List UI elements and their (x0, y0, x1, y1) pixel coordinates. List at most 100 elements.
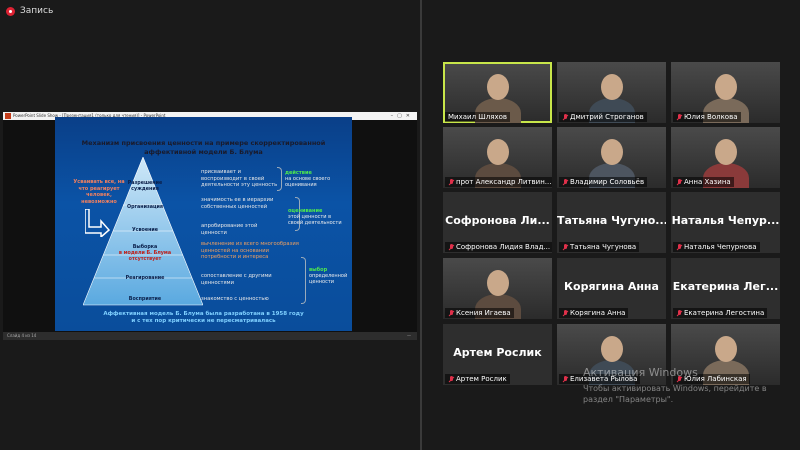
participant-name-label: Татьяна Чугунова (559, 242, 640, 252)
brace-1 (277, 167, 282, 191)
mic-muted-icon (448, 375, 454, 383)
participant-tile[interactable]: Михаил Шляхов (443, 62, 552, 123)
mic-muted-icon (562, 113, 568, 121)
participant-avatar (715, 139, 737, 165)
participant-tile[interactable]: прот Александр Литвин... (443, 127, 552, 188)
windows-activation-watermark: Активация Windows (583, 366, 698, 379)
participant-tile[interactable]: Артем Рослик Артем Рослик (443, 324, 552, 385)
level-4: Выборка в модели Б. Блума отсутствует (109, 245, 181, 263)
mic-muted-icon (676, 178, 682, 186)
participant-tile[interactable]: Владимир Соловьёв (557, 127, 666, 188)
participant-tile[interactable]: Дмитрий Строганов (557, 62, 666, 123)
desc-3: апробирование этой ценности (201, 223, 258, 236)
slide-counter: Слайд 4 из 14 (7, 333, 37, 338)
windows-activation-text: Чтобы активировать Windows, перейдите в … (583, 384, 767, 404)
mic-muted-icon (562, 375, 568, 383)
participant-name: Михаил Шляхов (448, 113, 507, 121)
participant-tile[interactable]: Корягина Анна Корягина Анна (557, 258, 666, 319)
recording-label: Запись (20, 6, 54, 16)
left-note: Усваивать все, на что реагирует человек,… (73, 179, 125, 205)
window-controls[interactable]: –▢✕ (391, 112, 414, 120)
participant-name: прот Александр Литвин... (456, 178, 552, 186)
participant-avatar (715, 336, 737, 362)
participant-name-label: Дмитрий Строганов (559, 112, 647, 122)
level-3: Усвоение (131, 228, 159, 233)
level-5: Реагирование (125, 276, 165, 281)
participant-name: Анна Хазина (684, 178, 731, 186)
group-evaluation-text: этой ценности в своей деятельности (288, 214, 342, 226)
participant-display-name: Софронова Ли... (445, 214, 550, 227)
participant-name-label: Артем Рослик (445, 374, 510, 384)
participant-name-label: Наталья Чепурнова (673, 242, 760, 252)
participant-avatar (487, 139, 509, 165)
participant-name: Владимир Соловьёв (570, 178, 645, 186)
participant-avatar (487, 74, 509, 100)
down-right-arrow-icon (85, 209, 111, 237)
level-2: Организация (127, 205, 163, 210)
participant-name: Наталья Чепурнова (684, 243, 757, 251)
split-divider[interactable] (420, 0, 422, 450)
participant-display-name: Корягина Анна (564, 280, 659, 293)
participant-name: Артем Рослик (456, 375, 507, 383)
participant-tile[interactable]: Екатерина Лег... Екатерина Легостина (671, 258, 780, 319)
slide-footer: Аффективная модель Б. Блума была разрабо… (55, 311, 352, 325)
participant-name-label: Ксения Игаева (445, 308, 514, 318)
participant-avatar (487, 270, 509, 296)
zoom-level[interactable]: — (407, 332, 411, 340)
participant-avatar (715, 74, 737, 100)
desc-5: сопоставление с другими ценностями (201, 273, 272, 286)
participant-avatar (601, 74, 623, 100)
participant-name: Корягина Анна (570, 309, 626, 317)
participant-name-label: Софронова Лидия Влад... (445, 242, 552, 252)
participant-name-label: прот Александр Литвин... (445, 177, 552, 187)
participant-tile[interactable]: Юлия Волкова (671, 62, 780, 123)
desc-1: присваивает и воспроизводит в своей деят… (201, 169, 278, 188)
participant-name-label: Владимир Соловьёв (559, 177, 648, 187)
brace-3 (301, 257, 306, 304)
recording-indicator[interactable]: Запись (6, 6, 53, 16)
participant-name: Татьяна Чугунова (570, 243, 637, 251)
slide-title: Механизм присвоения ценности на примере … (55, 139, 352, 157)
participant-display-name: Наталья Чепур... (671, 214, 780, 227)
level-6: Восприятие (128, 297, 162, 302)
participant-name: Екатерина Легостина (684, 309, 765, 317)
desc-4: вычленение из всего многообразия ценност… (201, 241, 299, 260)
level-1: Разрешение суждения (127, 181, 163, 192)
participant-tile[interactable]: Ксения Игаева (443, 258, 552, 319)
mic-muted-icon (562, 243, 568, 251)
mic-muted-icon (448, 309, 454, 317)
participant-tile[interactable]: Наталья Чепур... Наталья Чепурнова (671, 192, 780, 253)
slide: Механизм присвоения ценности на примере … (55, 117, 352, 331)
group-action-text: на основе своего оценивания (285, 176, 331, 188)
participant-avatar (601, 139, 623, 165)
participant-name-label: Михаил Шляхов (445, 112, 510, 122)
participant-name: Дмитрий Строганов (570, 113, 644, 121)
desc-2: значимость ее в иерархии собственных цен… (201, 197, 274, 210)
participant-display-name: Артем Рослик (453, 346, 542, 359)
mic-muted-icon (676, 309, 682, 317)
powerpoint-icon (5, 113, 11, 119)
participant-name-label: Корягина Анна (559, 308, 629, 318)
mic-muted-icon (448, 178, 454, 186)
record-icon (6, 6, 15, 16)
mic-muted-icon (448, 243, 454, 251)
participant-display-name: Татьяна Чугуно... (557, 214, 666, 227)
participant-name-label: Анна Хазина (673, 177, 734, 187)
participant-tile[interactable]: Софронова Ли... Софронова Лидия Влад... (443, 192, 552, 253)
footer-line1: Аффективная модель Б. Блума была разрабо… (103, 311, 304, 317)
level-4-note: в модели Б. Блума отсутствует (118, 251, 172, 262)
participant-name-label: Юлия Волкова (673, 112, 741, 122)
slide-title-line2: аффективной модели Б. Блума (144, 148, 263, 156)
participant-name: Ксения Игаева (456, 309, 511, 317)
participant-name: Софронова Лидия Влад... (456, 243, 551, 251)
slide-title-line1: Механизм присвоения ценности на примере … (81, 139, 326, 147)
participant-name: Юлия Волкова (684, 113, 738, 121)
participant-tile[interactable]: Татьяна Чугуно... Татьяна Чугунова (557, 192, 666, 253)
group-choice: выбор определенной ценности (309, 267, 351, 285)
participant-tile[interactable]: Анна Хазина (671, 127, 780, 188)
group-action: действие на основе своего оценивания (285, 170, 341, 188)
mic-muted-icon (562, 178, 568, 186)
participant-display-name: Екатерина Лег... (672, 280, 779, 293)
footer-line2: и с тех пор критически не пересматривала… (131, 318, 276, 324)
desc-6: знакомство с ценностью (201, 296, 269, 302)
